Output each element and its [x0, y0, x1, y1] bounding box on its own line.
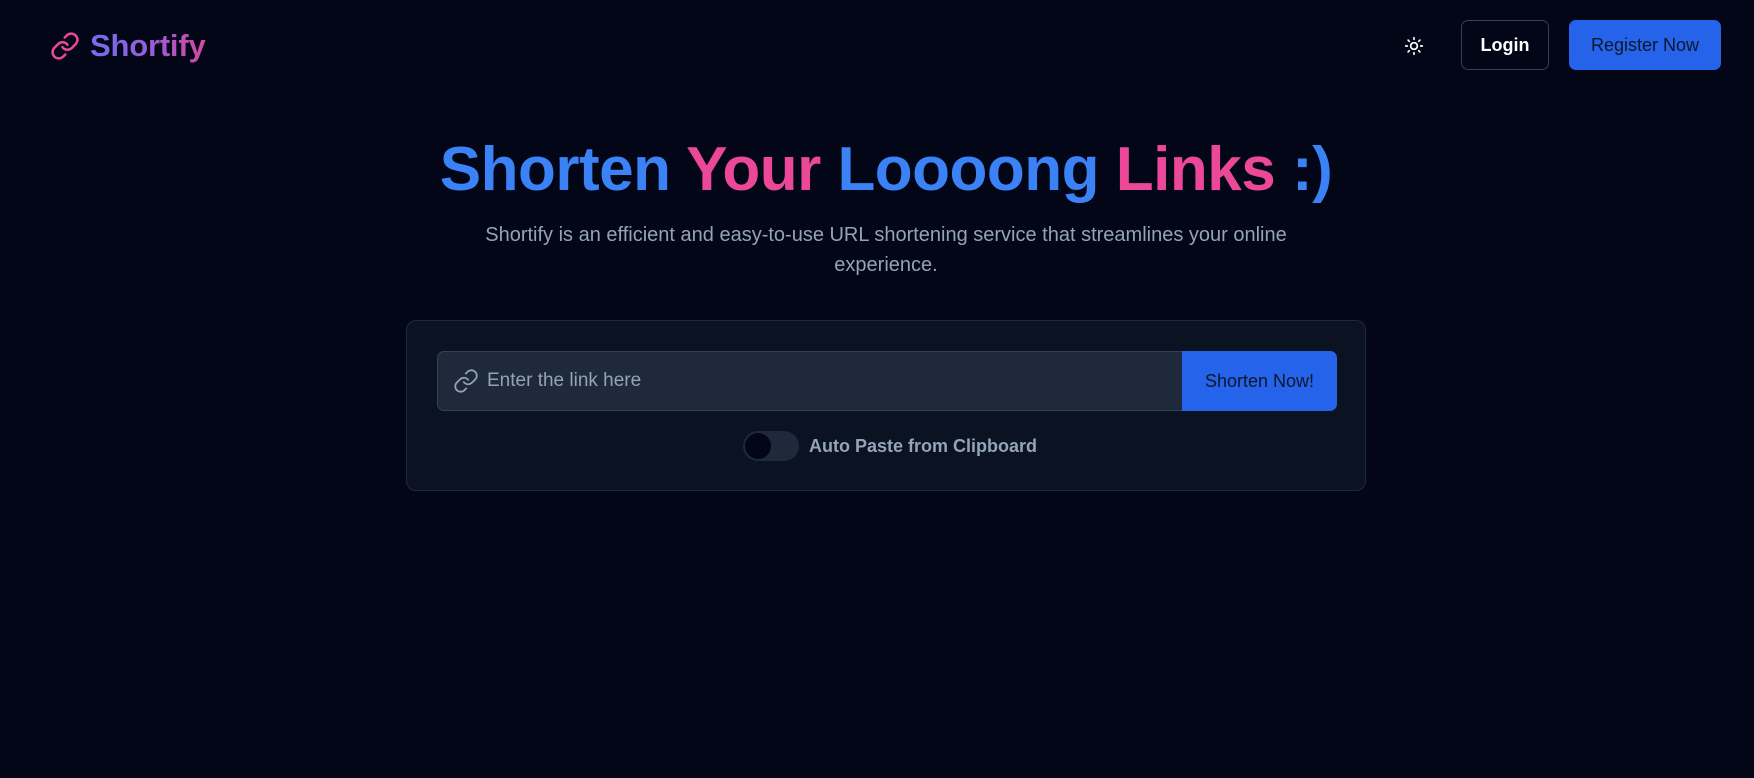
- brand-logo[interactable]: Shortify: [50, 26, 206, 66]
- auto-paste-row: Auto Paste from Clipboard: [743, 431, 1037, 461]
- sun-icon: [1404, 36, 1424, 56]
- auto-paste-label: Auto Paste from Clipboard: [809, 435, 1038, 456]
- hero-subtitle: Shortify is an efficient and easy-to-use…: [485, 224, 1287, 276]
- shorten-button[interactable]: Shorten Now!: [1182, 351, 1337, 411]
- top-navbar: Shortify Login Register Now: [0, 0, 1754, 92]
- brand-name: Shortify: [90, 28, 206, 63]
- shortener-card: Shorten Now! Auto Paste from Clipboard: [406, 320, 1366, 491]
- hero-title-word: Links: [1115, 135, 1276, 204]
- theme-toggle-button[interactable]: [1398, 30, 1430, 62]
- auto-paste-toggle[interactable]: [743, 431, 799, 461]
- hero-title-word: Your: [686, 135, 821, 204]
- hero-title-word: :): [1291, 135, 1333, 204]
- hero-title: Shorten Your Loooong Links :): [0, 130, 1754, 210]
- hero-title-word: Loooong: [837, 135, 1100, 204]
- link-icon: [51, 32, 79, 60]
- hero-title-word: Shorten: [439, 135, 671, 204]
- link-icon: [454, 369, 478, 393]
- register-button[interactable]: Register Now: [1569, 20, 1721, 70]
- link-input[interactable]: [487, 352, 1182, 410]
- toggle-knob: [745, 433, 771, 459]
- login-button[interactable]: Login: [1461, 20, 1549, 70]
- link-input-wrapper: [437, 351, 1182, 411]
